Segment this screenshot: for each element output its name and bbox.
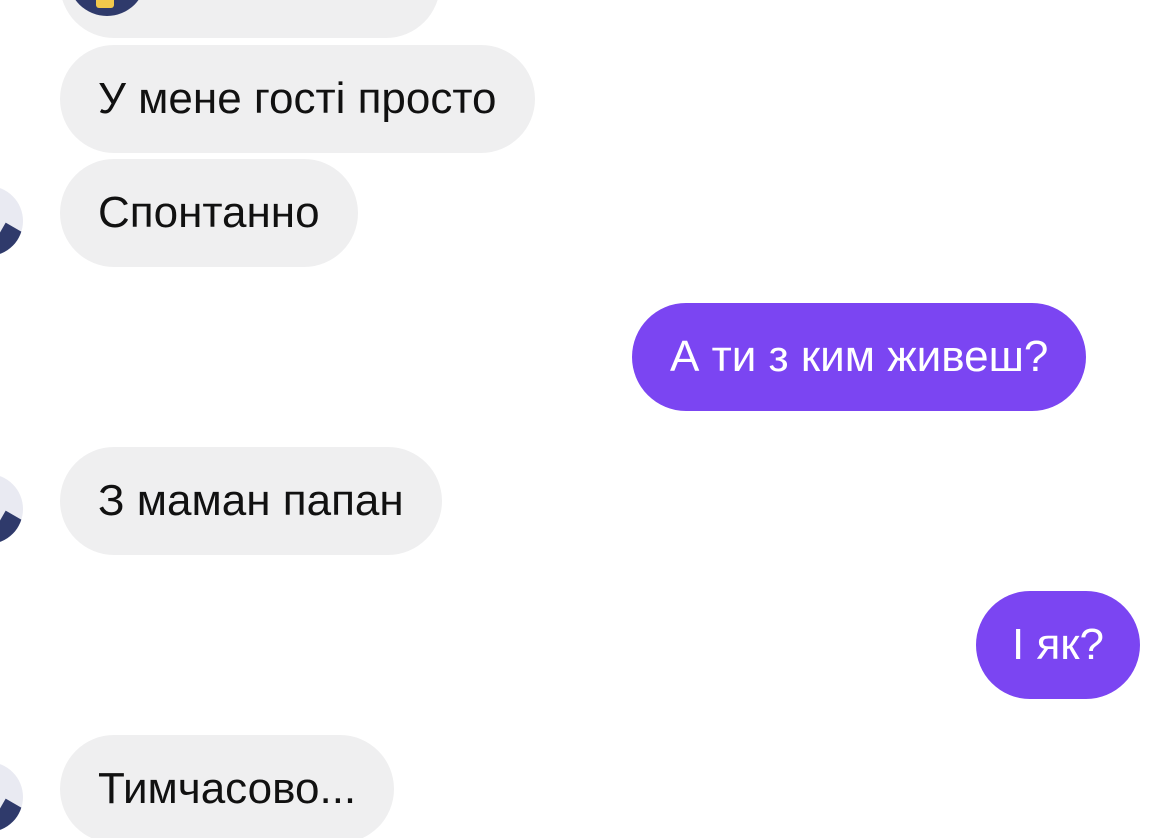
avatar-image-icon — [0, 798, 23, 832]
chat-thread: У мене гості просто Спонтанно А ти з ким… — [0, 0, 1175, 838]
message-bubble-incoming[interactable]: Тимчасово... — [60, 735, 395, 838]
message-bubble-outgoing[interactable]: А ти з ким живеш? — [632, 303, 1087, 411]
avatar-badge-icon — [96, 0, 114, 8]
message-bubble-outgoing[interactable]: І як? — [976, 591, 1140, 699]
message-bubble-incoming[interactable]: У мене гості просто — [60, 45, 535, 153]
message-bubble-incoming[interactable]: Спонтанно — [60, 159, 358, 267]
sender-avatar[interactable] — [0, 474, 23, 544]
sender-avatar[interactable] — [0, 186, 23, 256]
sender-avatar[interactable] — [0, 762, 23, 832]
message-bubble-incoming[interactable]: З маман папан — [60, 447, 442, 555]
avatar-image-icon — [0, 222, 23, 256]
avatar-image-icon — [0, 510, 23, 544]
